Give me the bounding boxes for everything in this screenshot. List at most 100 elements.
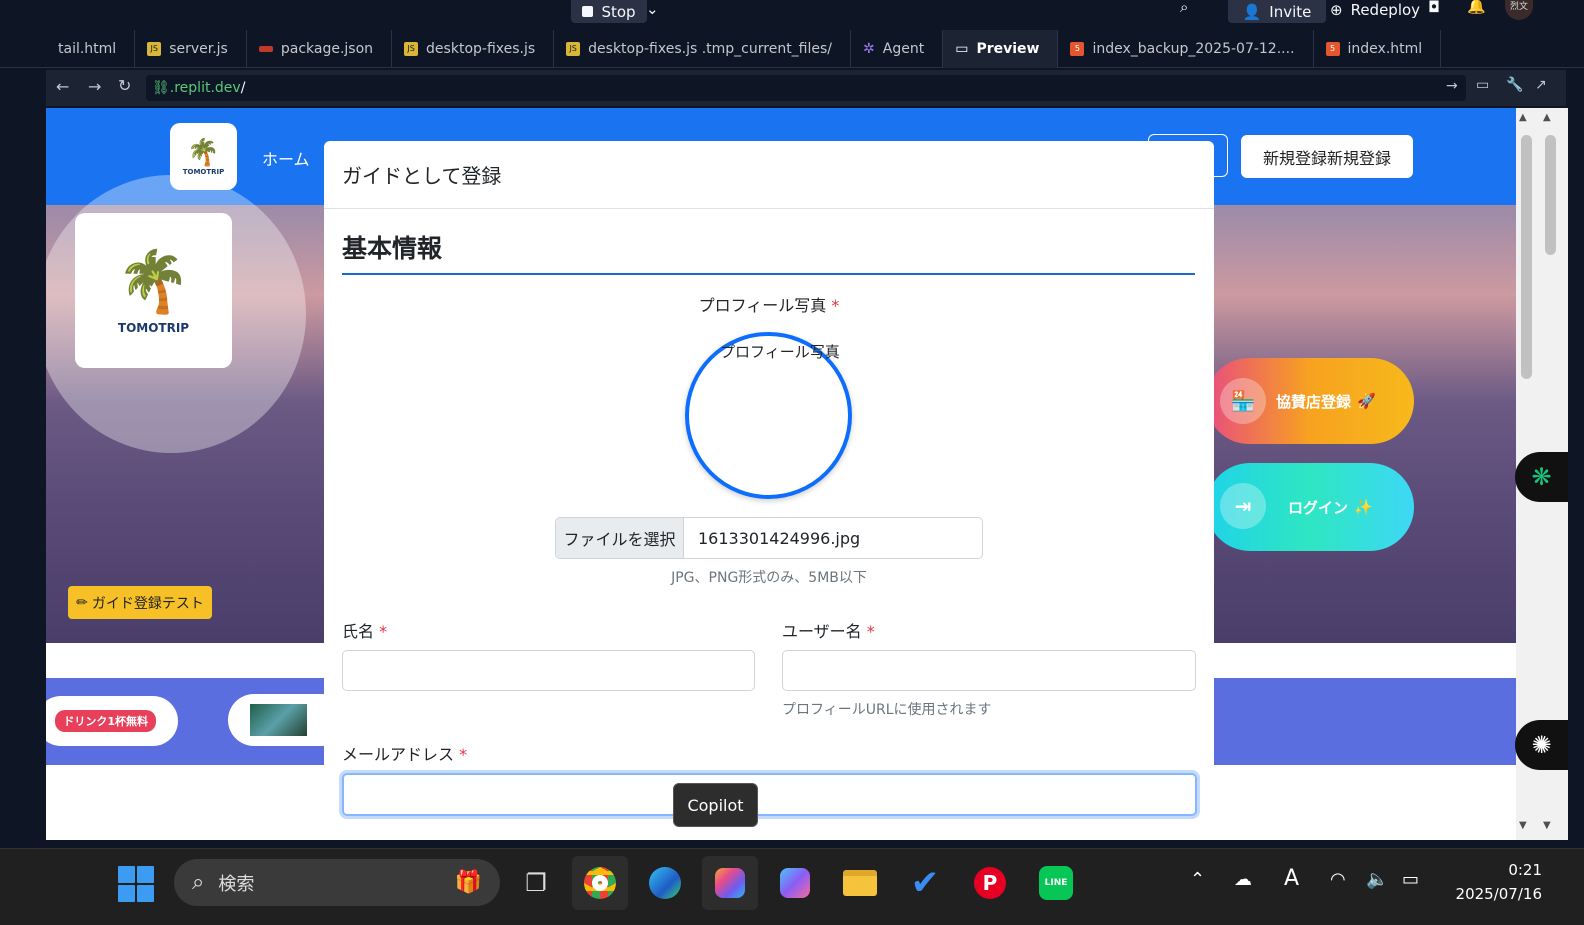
invite-button[interactable]: 👤 Invite <box>1228 0 1326 23</box>
login-icon: ⇥ <box>1220 483 1266 529</box>
signup-button[interactable]: 新規登録新規登録 <box>1241 135 1413 178</box>
tab-label: index_backup_2025-07-12.... <box>1092 40 1295 57</box>
email-field[interactable] <box>342 773 1197 816</box>
sponsor-register-button[interactable]: 🏪 協賛店登録 🚀 <box>1206 358 1414 444</box>
wrench-icon[interactable]: 🔧 <box>1506 77 1523 93</box>
edge-icon[interactable] <box>637 856 693 910</box>
username-label-text: ユーザー名 <box>782 622 862 641</box>
tab-label: Preview <box>976 40 1040 57</box>
battery-icon[interactable]: ▭ <box>1402 869 1419 890</box>
scroll-down-icon[interactable]: ▼ <box>1543 820 1551 831</box>
js-file-icon: JS <box>566 41 581 56</box>
add-user-icon: 👤 <box>1242 2 1262 21</box>
tab-desktop-fixes-tmp[interactable]: JS desktop-fixes.js .tmp_current_files/ <box>554 29 852 68</box>
tab-index-backup[interactable]: 5 index_backup_2025-07-12.... <box>1058 29 1314 68</box>
name-field[interactable] <box>342 650 755 691</box>
clock-date: 2025/07/16 <box>1455 885 1542 903</box>
copilot-icon[interactable] <box>702 856 758 910</box>
tab-tail-html[interactable]: tail.html <box>46 29 136 68</box>
modal-title: ガイドとして登録 <box>324 141 1214 209</box>
taskbar-clock[interactable]: 0:21 2025/07/16 <box>1448 858 1542 906</box>
taskbar-search[interactable]: ⌕ 検索 🎁 <box>174 859 500 906</box>
file-name: 1613301424996.jpg <box>698 528 861 548</box>
wifi-icon[interactable]: ◠ <box>1330 869 1346 890</box>
windows-start-icon[interactable] <box>118 866 154 902</box>
tab-index-html[interactable]: 5 index.html <box>1314 29 1442 68</box>
stop-button[interactable]: Stop <box>571 0 647 23</box>
chevron-up-icon[interactable]: ⌃ <box>1190 869 1205 890</box>
go-arrow-icon[interactable]: → <box>1446 78 1458 94</box>
ai-assistant-icon[interactable]: ✺ <box>1515 720 1568 770</box>
forward-arrow-icon[interactable]: → <box>88 77 101 96</box>
sponsor-card[interactable]: ドリンク1杯無料 <box>46 696 178 746</box>
m365-icon[interactable] <box>767 856 823 910</box>
search-icon[interactable]: ⌕ <box>1180 0 1188 16</box>
gift-icon: 🎁 <box>454 870 482 895</box>
invite-label: Invite <box>1269 2 1312 21</box>
volume-icon[interactable]: 🔈 <box>1366 869 1388 890</box>
login-pill-button[interactable]: ⇥ ログイン ✨ <box>1206 463 1414 551</box>
tab-label: server.js <box>169 40 228 57</box>
photo-label: プロフィール写真 * <box>324 292 1214 316</box>
redeploy-label: Redeploy <box>1350 1 1421 19</box>
tab-preview[interactable]: ▭ Preview <box>943 29 1059 68</box>
tab-server-js[interactable]: JS server.js <box>135 29 247 68</box>
line-icon[interactable]: LINE <box>1028 856 1084 910</box>
nav-home-link[interactable]: ホーム <box>262 146 310 170</box>
clock-time: 0:21 <box>1508 861 1542 879</box>
tab-label: tail.html <box>58 40 117 57</box>
required-mark: * <box>459 745 468 764</box>
choose-file-button[interactable]: ファイルを選択 <box>556 518 684 558</box>
monitor-icon: ▭ <box>955 40 969 57</box>
scroll-up-icon[interactable]: ▲ <box>1519 112 1527 123</box>
guide-registration-modal: ガイドとして登録 基本情報 プロフィール写真 * プロフィール写真 ファイルを選… <box>324 141 1214 840</box>
url-host: .replit.dev <box>169 80 241 96</box>
scroll-down-icon[interactable]: ▼ <box>1519 820 1527 831</box>
tab-label: Agent <box>882 40 925 57</box>
palm-logo-icon: 🌴 <box>187 137 220 168</box>
bell-icon[interactable]: 🔔 <box>1467 0 1486 15</box>
external-link-icon[interactable]: ↗ <box>1535 77 1547 93</box>
scroll-up-icon[interactable]: ▲ <box>1543 112 1551 123</box>
scrollbar-thumb[interactable] <box>1521 135 1532 379</box>
chatgpt-icon[interactable]: ❋ <box>1515 452 1568 502</box>
device-icon[interactable]: ▭ <box>1476 77 1489 93</box>
username-field[interactable] <box>782 650 1196 691</box>
ime-icon[interactable]: A <box>1284 866 1299 891</box>
pinterest-icon[interactable]: P <box>962 856 1018 910</box>
refresh-icon[interactable]: ↻ <box>118 76 131 95</box>
sparkle-icon: ✨ <box>1354 498 1373 516</box>
login-label: ログイン <box>1288 498 1349 517</box>
required-mark: * <box>831 296 840 315</box>
preview-url-bar: ← → ↻ ⛓ .replit.dev / → ▭ 🔧 ↗ <box>46 70 1566 106</box>
json-file-icon <box>258 45 273 52</box>
todo-icon[interactable]: ✔ <box>897 856 953 910</box>
guide-test-button[interactable]: ✏ ガイド登録テスト <box>68 586 212 619</box>
rocket-icon: 🚀 <box>1357 392 1376 410</box>
window-icon[interactable]: ◘ <box>1428 0 1440 16</box>
js-file-icon: JS <box>147 41 162 56</box>
tab-package-json[interactable]: package.json <box>247 29 393 68</box>
required-mark: * <box>866 622 875 641</box>
url-input[interactable]: ⛓ .replit.dev / <box>146 75 1466 101</box>
task-view-icon[interactable]: ❐ <box>508 856 564 910</box>
back-arrow-icon[interactable]: ← <box>56 77 69 96</box>
file-explorer-icon[interactable] <box>832 856 888 910</box>
cloud-icon[interactable]: ☁ <box>1234 869 1252 890</box>
tab-desktop-fixes-js[interactable]: JS desktop-fixes.js <box>392 29 555 68</box>
html-file-icon: 5 <box>1070 41 1085 56</box>
chevron-down-icon[interactable]: ⌄ <box>646 0 659 18</box>
logo-brand-text: TOMOTRIP <box>182 167 225 176</box>
chrome-icon[interactable] <box>572 856 628 910</box>
offer-badge: ドリンク1杯無料 <box>55 710 156 732</box>
html-file-icon: 5 <box>1325 41 1340 56</box>
photo-alt-text: プロフィール写真 <box>720 343 840 361</box>
stop-icon <box>582 6 594 17</box>
scrollbar-thumb[interactable] <box>1545 135 1556 255</box>
required-mark: * <box>379 622 388 641</box>
tab-label: desktop-fixes.js <box>426 40 536 57</box>
redeploy-button[interactable]: ⊕ Redeploy <box>1330 0 1420 20</box>
tab-label: desktop-fixes.js .tmp_current_files/ <box>588 40 833 57</box>
file-input[interactable]: ファイルを選択 1613301424996.jpg <box>555 517 983 559</box>
tab-agent[interactable]: ✲ Agent <box>851 29 944 68</box>
